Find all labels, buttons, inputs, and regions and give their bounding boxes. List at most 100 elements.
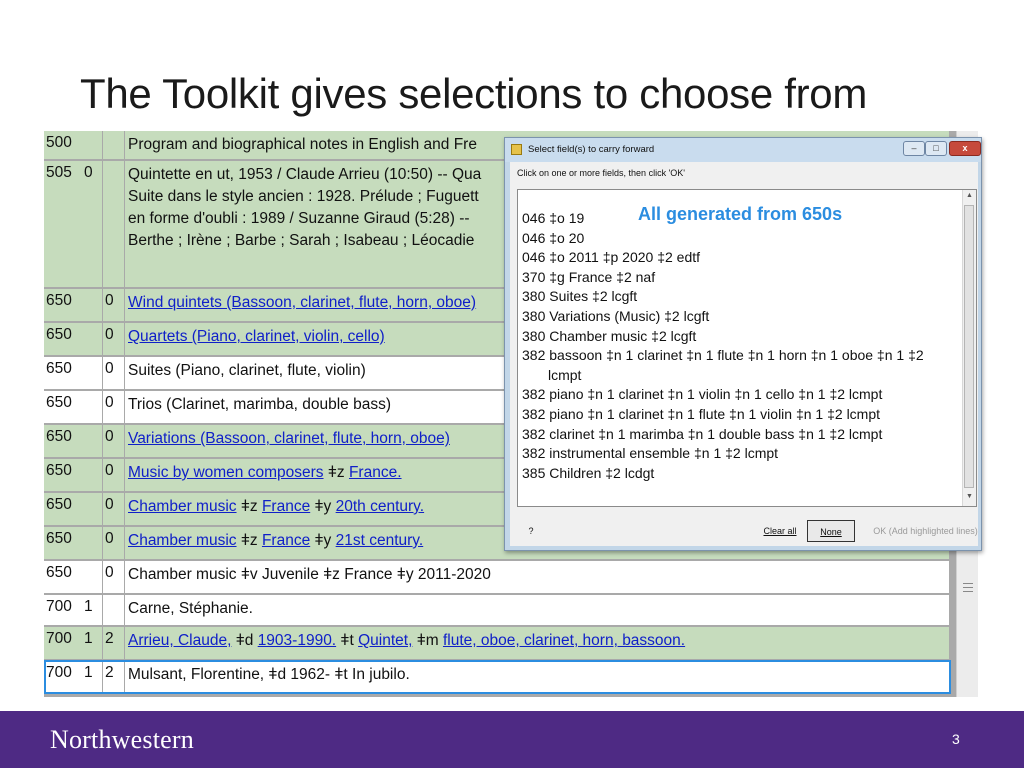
indicator-1[interactable]: 1 xyxy=(82,595,102,625)
field-tag[interactable]: 650 xyxy=(44,527,82,559)
record-row[interactable]: 700 1 2 Arrieu, Claude, ǂd 1903-1990. ǂt Qu… xyxy=(44,627,956,659)
heading-link[interactable]: Quintet, xyxy=(358,632,412,649)
subfield-text: ǂz xyxy=(323,464,349,481)
heading-link[interactable]: Wind quintets (Bassoon, clarinet, flute,… xyxy=(128,294,476,311)
field-option[interactable]: lcmpt xyxy=(548,367,581,383)
field-option[interactable]: 380 Variations (Music) ‡2 lcgft xyxy=(522,308,709,324)
none-button[interactable]: None xyxy=(807,520,855,542)
indicator-1[interactable] xyxy=(82,425,102,457)
indicator-1[interactable]: 1 xyxy=(82,627,102,659)
indicator-2[interactable] xyxy=(103,131,124,159)
indicator-2[interactable]: 0 xyxy=(103,459,124,491)
field-tag[interactable]: 650 xyxy=(44,493,82,525)
field-option[interactable]: 046 ‡o 20 xyxy=(522,230,584,246)
indicator-2[interactable]: 0 xyxy=(103,323,124,355)
field-tag[interactable]: 650 xyxy=(44,425,82,457)
field-tag[interactable]: 650 xyxy=(44,561,82,593)
subfield-text: Program and biographical notes in Englis… xyxy=(128,136,477,153)
indicator-2[interactable]: 0 xyxy=(103,425,124,457)
field-option[interactable]: 380 Suites ‡2 lcgft xyxy=(522,288,637,304)
indicator-1[interactable] xyxy=(82,289,102,321)
record-row[interactable]: 700 1 Carne, Stéphanie. xyxy=(44,595,956,625)
field-tag[interactable]: 700 xyxy=(44,627,82,659)
field-option[interactable]: 046 ‡o 19 xyxy=(522,210,584,226)
dialog-title: Select field(s) to carry forward xyxy=(528,144,655,155)
field-text[interactable]: Arrieu, Claude, ǂd 1903-1990. ǂt Quintet… xyxy=(125,627,949,659)
subfield-text: ǂm xyxy=(412,632,443,649)
indicator-2[interactable] xyxy=(103,161,124,287)
indicator-1[interactable] xyxy=(82,323,102,355)
close-button[interactable]: x xyxy=(949,141,981,156)
indicator-2[interactable]: 0 xyxy=(103,357,124,389)
field-tag[interactable]: 650 xyxy=(44,289,82,321)
scroll-thumb[interactable] xyxy=(964,205,974,488)
listbox-scrollbar[interactable]: ▲ ▼ xyxy=(962,190,976,506)
indicator-2[interactable]: 0 xyxy=(103,391,124,423)
heading-link[interactable]: flute, oboe, clarinet, horn, bassoon. xyxy=(443,632,685,649)
dialog-titlebar[interactable]: Select field(s) to carry forward – □ x xyxy=(505,138,981,162)
field-option[interactable]: 385 Children ‡2 lcdgt xyxy=(522,465,654,481)
field-option[interactable]: 382 bassoon ‡n 1 clarinet ‡n 1 flute ‡n … xyxy=(522,347,924,363)
indicator-1[interactable] xyxy=(82,459,102,491)
indicator-1[interactable] xyxy=(82,493,102,525)
field-option[interactable]: 046 ‡o 2011 ‡p 2020 ‡2 edtf xyxy=(522,249,700,265)
indicator-2[interactable]: 0 xyxy=(103,527,124,559)
heading-link[interactable]: France xyxy=(262,498,310,515)
heading-link[interactable]: Quartets (Piano, clarinet, violin, cello… xyxy=(128,328,385,345)
indicator-1[interactable] xyxy=(82,391,102,423)
maximize-button[interactable]: □ xyxy=(925,141,947,156)
field-listbox[interactable]: All generated from 650s 046 ‡o 19 046 ‡o … xyxy=(517,189,977,507)
heading-link[interactable]: France xyxy=(262,532,310,549)
indicator-2[interactable]: 0 xyxy=(103,289,124,321)
ok-add-highlighted-button[interactable]: OK (Add highlighted lines) xyxy=(873,520,978,542)
field-tag[interactable]: 505 xyxy=(44,161,82,287)
annotation-callout: All generated from 650s xyxy=(638,204,843,224)
indicator-1[interactable] xyxy=(82,561,102,593)
northwestern-wordmark: Northwestern xyxy=(50,725,194,754)
field-option[interactable]: 382 clarinet ‡n 1 marimba ‡n 1 double ba… xyxy=(522,426,882,442)
subfield-text: ǂz xyxy=(236,532,262,549)
heading-link[interactable]: Variations (Bassoon, clarinet, flute, ho… xyxy=(128,430,450,447)
subfield-text: ǂy xyxy=(310,532,336,549)
heading-link[interactable]: Chamber music xyxy=(128,532,237,549)
heading-link[interactable]: France. xyxy=(349,464,402,481)
subfield-text: Carne, Stéphanie. xyxy=(128,600,253,617)
field-tag[interactable]: 650 xyxy=(44,459,82,491)
field-option[interactable]: 382 instrumental ensemble ‡n 1 ‡2 lcmpt xyxy=(522,445,778,461)
field-tag[interactable]: 650 xyxy=(44,323,82,355)
help-button[interactable]: ? xyxy=(522,520,540,542)
field-tag[interactable]: 500 xyxy=(44,131,82,159)
minimize-button[interactable]: – xyxy=(903,141,925,156)
clear-all-button[interactable]: Clear all xyxy=(761,520,799,542)
heading-link[interactable]: Chamber music xyxy=(128,498,237,515)
indicator-2[interactable] xyxy=(103,595,124,625)
heading-link[interactable]: 21st century. xyxy=(336,532,424,549)
field-text[interactable]: Chamber music ǂv Juvenile ǂz France ǂy 2… xyxy=(125,561,949,593)
selected-row-highlight xyxy=(44,660,951,694)
heading-link[interactable]: 20th century. xyxy=(336,498,424,515)
field-option[interactable]: 382 piano ‡n 1 clarinet ‡n 1 violin ‡n 1… xyxy=(522,386,882,402)
field-text[interactable]: Carne, Stéphanie. xyxy=(125,595,949,625)
field-tag[interactable]: 650 xyxy=(44,357,82,389)
scroll-grip-icon xyxy=(963,591,973,592)
subfield-text: ǂt xyxy=(336,632,359,649)
heading-link[interactable]: Music by women composers xyxy=(128,464,324,481)
indicator-2[interactable]: 2 xyxy=(103,627,124,659)
indicator-2[interactable]: 0 xyxy=(103,561,124,593)
field-option[interactable]: 370 ‡g France ‡2 naf xyxy=(522,269,655,285)
heading-link[interactable]: Arrieu, Claude, xyxy=(128,632,231,649)
indicator-1[interactable] xyxy=(82,357,102,389)
subfield-text: Suites (Piano, clarinet, flute, violin) xyxy=(128,362,366,379)
indicator-1[interactable] xyxy=(82,131,102,159)
record-row[interactable]: 650 0 Chamber music ǂv Juvenile ǂz France … xyxy=(44,561,956,593)
field-option[interactable]: 380 Chamber music ‡2 lcgft xyxy=(522,328,696,344)
indicator-2[interactable]: 0 xyxy=(103,493,124,525)
field-tag[interactable]: 700 xyxy=(44,595,82,625)
indicator-1[interactable]: 0 xyxy=(82,161,102,287)
field-tag[interactable]: 650 xyxy=(44,391,82,423)
heading-link[interactable]: 1903-1990. xyxy=(258,632,336,649)
indicator-1[interactable] xyxy=(82,527,102,559)
scroll-up-icon[interactable]: ▲ xyxy=(966,192,973,199)
field-option[interactable]: 382 piano ‡n 1 clarinet ‡n 1 flute ‡n 1 … xyxy=(522,406,880,422)
scroll-down-icon[interactable]: ▼ xyxy=(966,493,973,500)
